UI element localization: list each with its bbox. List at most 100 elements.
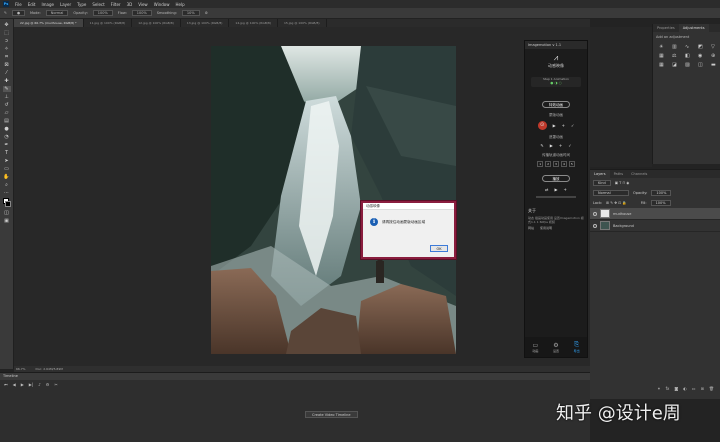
menu-help[interactable]: Help	[175, 2, 184, 7]
brightness-icon[interactable]: ☀	[659, 44, 669, 50]
loop-icon[interactable]: ⇄	[545, 187, 548, 192]
exposure-icon[interactable]: ◩	[698, 44, 708, 50]
vibrance-icon[interactable]: ▽	[711, 44, 720, 50]
healing-tool-icon[interactable]: ✚	[3, 78, 11, 84]
kind-filter-select[interactable]: Kind	[593, 180, 611, 186]
levels-icon[interactable]: ▥	[672, 44, 682, 50]
threshold-icon[interactable]: ◫	[698, 62, 708, 68]
play-icon[interactable]: ▶	[553, 123, 556, 128]
menu-window[interactable]: Window	[154, 2, 170, 7]
posterize-icon[interactable]: ▨	[685, 62, 695, 68]
document-tab[interactable]: 13.jpg @ 100% (RGB/8)	[181, 19, 230, 27]
fx-icon[interactable]: fx	[666, 386, 670, 394]
effect-animation-button[interactable]: 特效动画	[542, 101, 570, 108]
lock-icons[interactable]: ⊞ ✎ ✥ ⊡ 🔒	[606, 201, 627, 205]
smoothing-field[interactable]: 10%	[181, 10, 200, 16]
lasso-tool-icon[interactable]: ↄ	[3, 38, 11, 44]
prev-frame-icon[interactable]: ◀	[13, 382, 16, 387]
brush-size-picker[interactable]: ●	[11, 10, 25, 16]
type-tool-icon[interactable]: T	[3, 150, 11, 156]
menu-image[interactable]: Image	[41, 2, 54, 7]
history-brush-tool-icon[interactable]: ↺	[3, 102, 11, 108]
record-icon[interactable]: ⊙	[537, 121, 547, 130]
brush-tool-icon[interactable]: ✎	[2, 86, 11, 92]
speed-box[interactable]: 1	[537, 161, 544, 167]
document-tab[interactable]: 11.jpg @ 100% (RGB/8)	[84, 19, 133, 27]
check-icon[interactable]: ✓	[571, 123, 574, 128]
first-frame-icon[interactable]: ⏮	[4, 382, 8, 387]
quick-select-tool-icon[interactable]: ✧	[3, 46, 11, 52]
balance-icon[interactable]: ⚖	[672, 53, 682, 59]
shape-tool-icon[interactable]: ▭	[3, 166, 11, 172]
mask-icon[interactable]: ◙	[674, 386, 678, 394]
speed-box[interactable]: 4	[560, 161, 567, 167]
mixer-icon[interactable]: ⊕	[711, 53, 720, 59]
brush-icon[interactable]: ✎	[540, 143, 543, 148]
document-tab[interactable]: 15.jpg @ 100% (RGB/8)	[278, 19, 327, 27]
menu-filter[interactable]: Filter	[111, 2, 121, 7]
fill-field[interactable]: 100%	[650, 200, 671, 206]
eraser-tool-icon[interactable]: ▱	[3, 110, 11, 116]
layer-name[interactable]: Background	[613, 224, 634, 228]
footer-animation-tab[interactable]: ▭ 动画	[532, 342, 538, 353]
blur-tool-icon[interactable]: ●	[3, 126, 11, 132]
document-tab[interactable]: 14.jpg @ 100% (RGB/8)	[229, 19, 278, 27]
path-select-tool-icon[interactable]: ➤	[3, 158, 11, 164]
eyedropper-tool-icon[interactable]: ⁄	[3, 70, 11, 76]
gear-icon[interactable]: ⚙	[205, 11, 208, 15]
add-icon[interactable]: +	[559, 143, 562, 148]
invert-icon[interactable]: ◪	[672, 62, 682, 68]
create-video-timeline-button[interactable]: Create Video Timeline	[305, 411, 358, 418]
dodge-tool-icon[interactable]: ◔	[3, 134, 11, 140]
folder-icon[interactable]: ▭	[692, 386, 696, 394]
document-canvas-image[interactable]	[211, 46, 456, 354]
zoom-tool-icon[interactable]: ⌕	[3, 182, 11, 188]
gradient-map-icon[interactable]: ▬	[711, 62, 720, 68]
footer-settings-tab[interactable]: ⚙ 设置	[553, 342, 559, 353]
split-icon[interactable]: ✂	[54, 382, 57, 387]
tab-channels[interactable]: Channels	[627, 170, 651, 178]
play-icon[interactable]: ▶	[21, 382, 24, 387]
pen-tool-icon[interactable]: ✒	[3, 142, 11, 148]
hand-tool-icon[interactable]: ✋	[3, 174, 11, 180]
manual-link[interactable]: 使用说明	[540, 226, 552, 230]
link-icon[interactable]: ⚭	[657, 386, 660, 394]
color-swatches-icon[interactable]	[2, 198, 11, 208]
website-link[interactable]: 网站	[528, 226, 534, 230]
menu-type[interactable]: Type	[77, 2, 86, 7]
menu-edit[interactable]: Edit	[28, 2, 36, 7]
speed-box[interactable]: 3	[553, 161, 559, 167]
photo-filter-icon[interactable]: ◉	[698, 53, 708, 59]
frame-tool-icon[interactable]: ⊠	[3, 62, 11, 68]
tab-adjustments[interactable]: Adjustments	[678, 24, 709, 32]
eye-icon[interactable]	[593, 223, 597, 228]
opacity-field[interactable]: 100%	[92, 10, 113, 16]
tab-properties[interactable]: Properties	[653, 24, 679, 32]
move-tool-icon[interactable]: ✥	[3, 22, 11, 28]
audio-icon[interactable]: ♪	[38, 382, 41, 387]
hue-icon[interactable]: ▦	[659, 53, 669, 59]
menu-file[interactable]: File	[15, 2, 22, 7]
add-icon[interactable]: +	[562, 123, 565, 128]
screen-mode-icon[interactable]: ▣	[3, 218, 11, 224]
play-icon[interactable]: ▶	[554, 187, 557, 192]
menu-view[interactable]: View	[138, 2, 148, 7]
crop-tool-icon[interactable]: ⌗	[3, 54, 11, 60]
flow-field[interactable]: 100%	[131, 10, 152, 16]
quick-mask-icon[interactable]: ◫	[3, 210, 11, 216]
brush-icon[interactable]: ✎	[4, 11, 7, 15]
tab-paths[interactable]: Paths	[610, 170, 628, 178]
bw-icon[interactable]: ◧	[685, 53, 695, 59]
progress-track[interactable]	[536, 196, 576, 198]
next-frame-icon[interactable]: ▶|	[29, 382, 33, 387]
curves-icon[interactable]: ∿	[685, 44, 695, 50]
adjustment-layer-icon[interactable]: ◐	[683, 386, 687, 394]
menu-layer[interactable]: Layer	[60, 2, 71, 7]
layer-row[interactable]: mudhouse	[590, 208, 720, 220]
footer-export-tab[interactable]: ⎘ 导出	[574, 341, 580, 353]
settings-icon[interactable]: ⚙	[46, 382, 50, 387]
blend-mode-select[interactable]: Normal	[593, 190, 629, 196]
zoom-readout[interactable]: 66.7%	[16, 367, 26, 371]
add-icon[interactable]: +	[564, 187, 567, 192]
document-tab[interactable]: 22.jpg @ 66.7% (mudhouse, RGB/8) *	[14, 19, 84, 27]
